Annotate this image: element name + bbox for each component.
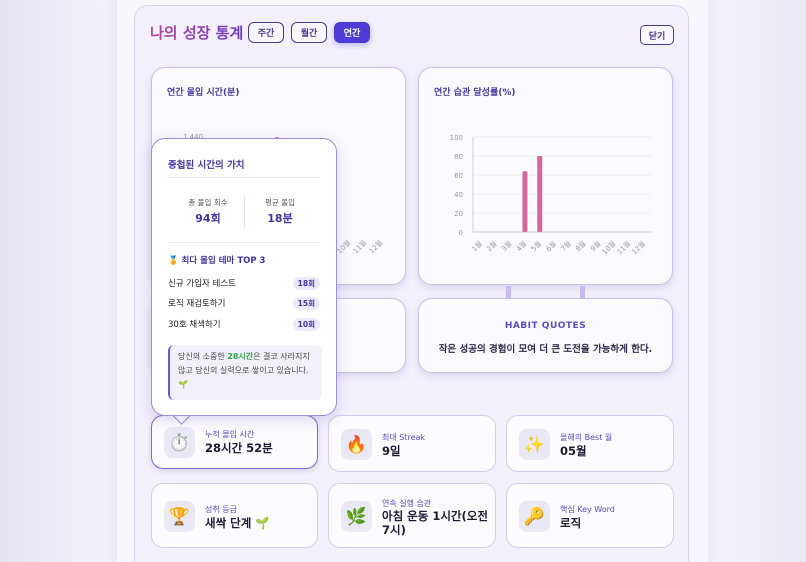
- habit-chart: 0204060801001월 2월 3월 4월 5월 6월 7월 8월 9월10월11월12월: [450, 134, 651, 256]
- x-tick-label: 1월: [470, 239, 484, 253]
- top-theme-item: 로직 재검토하기: [168, 299, 226, 309]
- stat-label: 올해의 Best 월: [560, 433, 613, 442]
- trophy-icon: 🏆: [164, 501, 195, 532]
- y-tick-label: 100: [450, 134, 463, 142]
- stat-label: 누적 몰입 시간: [205, 430, 255, 439]
- quotes-text: 작은 성공의 경험이 모여 더 큰 도전을 가능하게 한다.: [438, 344, 653, 355]
- bar-5월: [537, 156, 543, 232]
- x-tick-label: 8월: [574, 239, 588, 253]
- tooltip-title: 중첩된 시간의 가치: [168, 160, 245, 171]
- tab-weekly[interactable]: 주간: [248, 22, 284, 43]
- stat-label: 최대 Streak: [382, 433, 426, 442]
- count-badge: 10회: [292, 318, 320, 331]
- stat-label: 연속 실행 습관: [382, 499, 432, 508]
- bar-4월: [522, 171, 528, 232]
- habit-chart-card: 연간 습관 달성률(%) 0 20 40 60 80 100 1월 2월 3월 4월 5월 6월 7월 8…: [418, 67, 673, 285]
- tab-yearly[interactable]: 연간: [334, 22, 370, 43]
- encouragement-note: 당신의 소중한 28시간은 결코 사라지지 않고 당신의 실력으로 쌓이고 있습…: [168, 345, 322, 400]
- total-count-label: 총 몰입 회수: [188, 198, 228, 207]
- quotes-heading: HABIT QUOTES: [504, 321, 587, 331]
- top-theme-item: 신규 가입자 테스트: [168, 279, 236, 289]
- immersion-chart-title: 연간 몰입 시간(분): [167, 88, 240, 98]
- stat-card-total-time[interactable]: ⏱️ 누적 몰입 시간 28시간 52분: [151, 415, 318, 469]
- fire-icon: 🔥: [341, 429, 372, 460]
- sparkles-icon: ✨: [519, 429, 550, 460]
- stat-card-best-month[interactable]: ✨ 올해의 Best 월 05월: [506, 415, 674, 472]
- tab-monthly[interactable]: 월간: [291, 22, 327, 43]
- x-label-dec: 12월: [367, 238, 384, 255]
- immersion-x-labels: 10월 11월 12월: [336, 238, 384, 255]
- x-tick-label: 7월: [559, 239, 573, 253]
- stat-card-keyword[interactable]: 🔑 핵심 Key Word 로직: [506, 483, 674, 548]
- count-badge: 15회: [292, 297, 320, 310]
- stat-value: 05월: [560, 444, 587, 458]
- time-value-tooltip: 중첩된 시간의 가치 총 몰입 회수 94회 평균 몰입 18분 🏅 최다 몰입…: [151, 138, 337, 416]
- divider: [168, 177, 320, 178]
- y-tick-label: 80: [454, 153, 463, 161]
- x-label-oct: 10월: [336, 238, 352, 255]
- x-tick-label: 3월: [499, 239, 513, 253]
- stat-card-level[interactable]: 🏆 성취 등급 새싹 단계 🌱: [151, 483, 318, 548]
- x-tick-label: 12월: [630, 239, 647, 256]
- connector: [506, 286, 511, 298]
- top-theme-item: 30호 채색하기: [168, 320, 221, 330]
- total-count-value: 94회: [195, 212, 221, 225]
- x-tick-label: 4월: [514, 239, 528, 253]
- stat-card-streak-habit[interactable]: 🌿 연속 실행 습관 아침 운동 1시간(오전 7시): [328, 483, 496, 548]
- y-tick-label: 40: [454, 191, 463, 199]
- stat-label: 핵심 Key Word: [560, 505, 615, 514]
- note-text: 당신의 소중한: [178, 352, 228, 361]
- x-label-nov: 11월: [351, 238, 368, 255]
- top-themes-heading: 🏅 최다 몰입 테마 TOP 3: [168, 256, 266, 266]
- connector: [580, 286, 585, 298]
- stopwatch-icon: ⏱️: [164, 427, 195, 458]
- x-tick-label: 6월: [544, 239, 558, 253]
- avg-value: 18분: [267, 212, 293, 225]
- stat-value: 28시간 52분: [205, 441, 273, 455]
- x-tick-label: 10월: [600, 239, 617, 256]
- stat-value: 아침 운동 1시간(오전 7시): [382, 509, 488, 537]
- page-title: 나의 성장 통계: [150, 24, 244, 42]
- x-tick-label: 11월: [615, 239, 632, 256]
- y-tick-label: 0: [459, 229, 463, 237]
- stat-value: 로직: [560, 516, 582, 530]
- stat-value: 9일: [382, 444, 401, 458]
- y-tick-label: 60: [454, 172, 463, 180]
- stat-value: 새싹 단계 🌱: [205, 516, 270, 530]
- x-tick-label: 2월: [485, 239, 499, 253]
- divider: [168, 242, 320, 243]
- note-highlight: 28시간: [227, 352, 254, 361]
- x-tick-label: 5월: [529, 239, 543, 253]
- key-icon: 🔑: [519, 501, 550, 532]
- herb-icon: 🌿: [341, 501, 372, 532]
- habit-quotes-card: HABIT QUOTES 작은 성공의 경험이 모여 더 큰 도전을 가능하게 …: [418, 298, 673, 373]
- y-tick-label: 20: [454, 210, 463, 218]
- close-button[interactable]: 닫기: [640, 25, 674, 45]
- stat-card-max-streak[interactable]: 🔥 최대 Streak 9일: [328, 415, 496, 472]
- count-badge: 18회: [292, 277, 320, 290]
- avg-label: 평균 몰입: [265, 198, 295, 207]
- stat-label: 성취 등급: [205, 505, 237, 514]
